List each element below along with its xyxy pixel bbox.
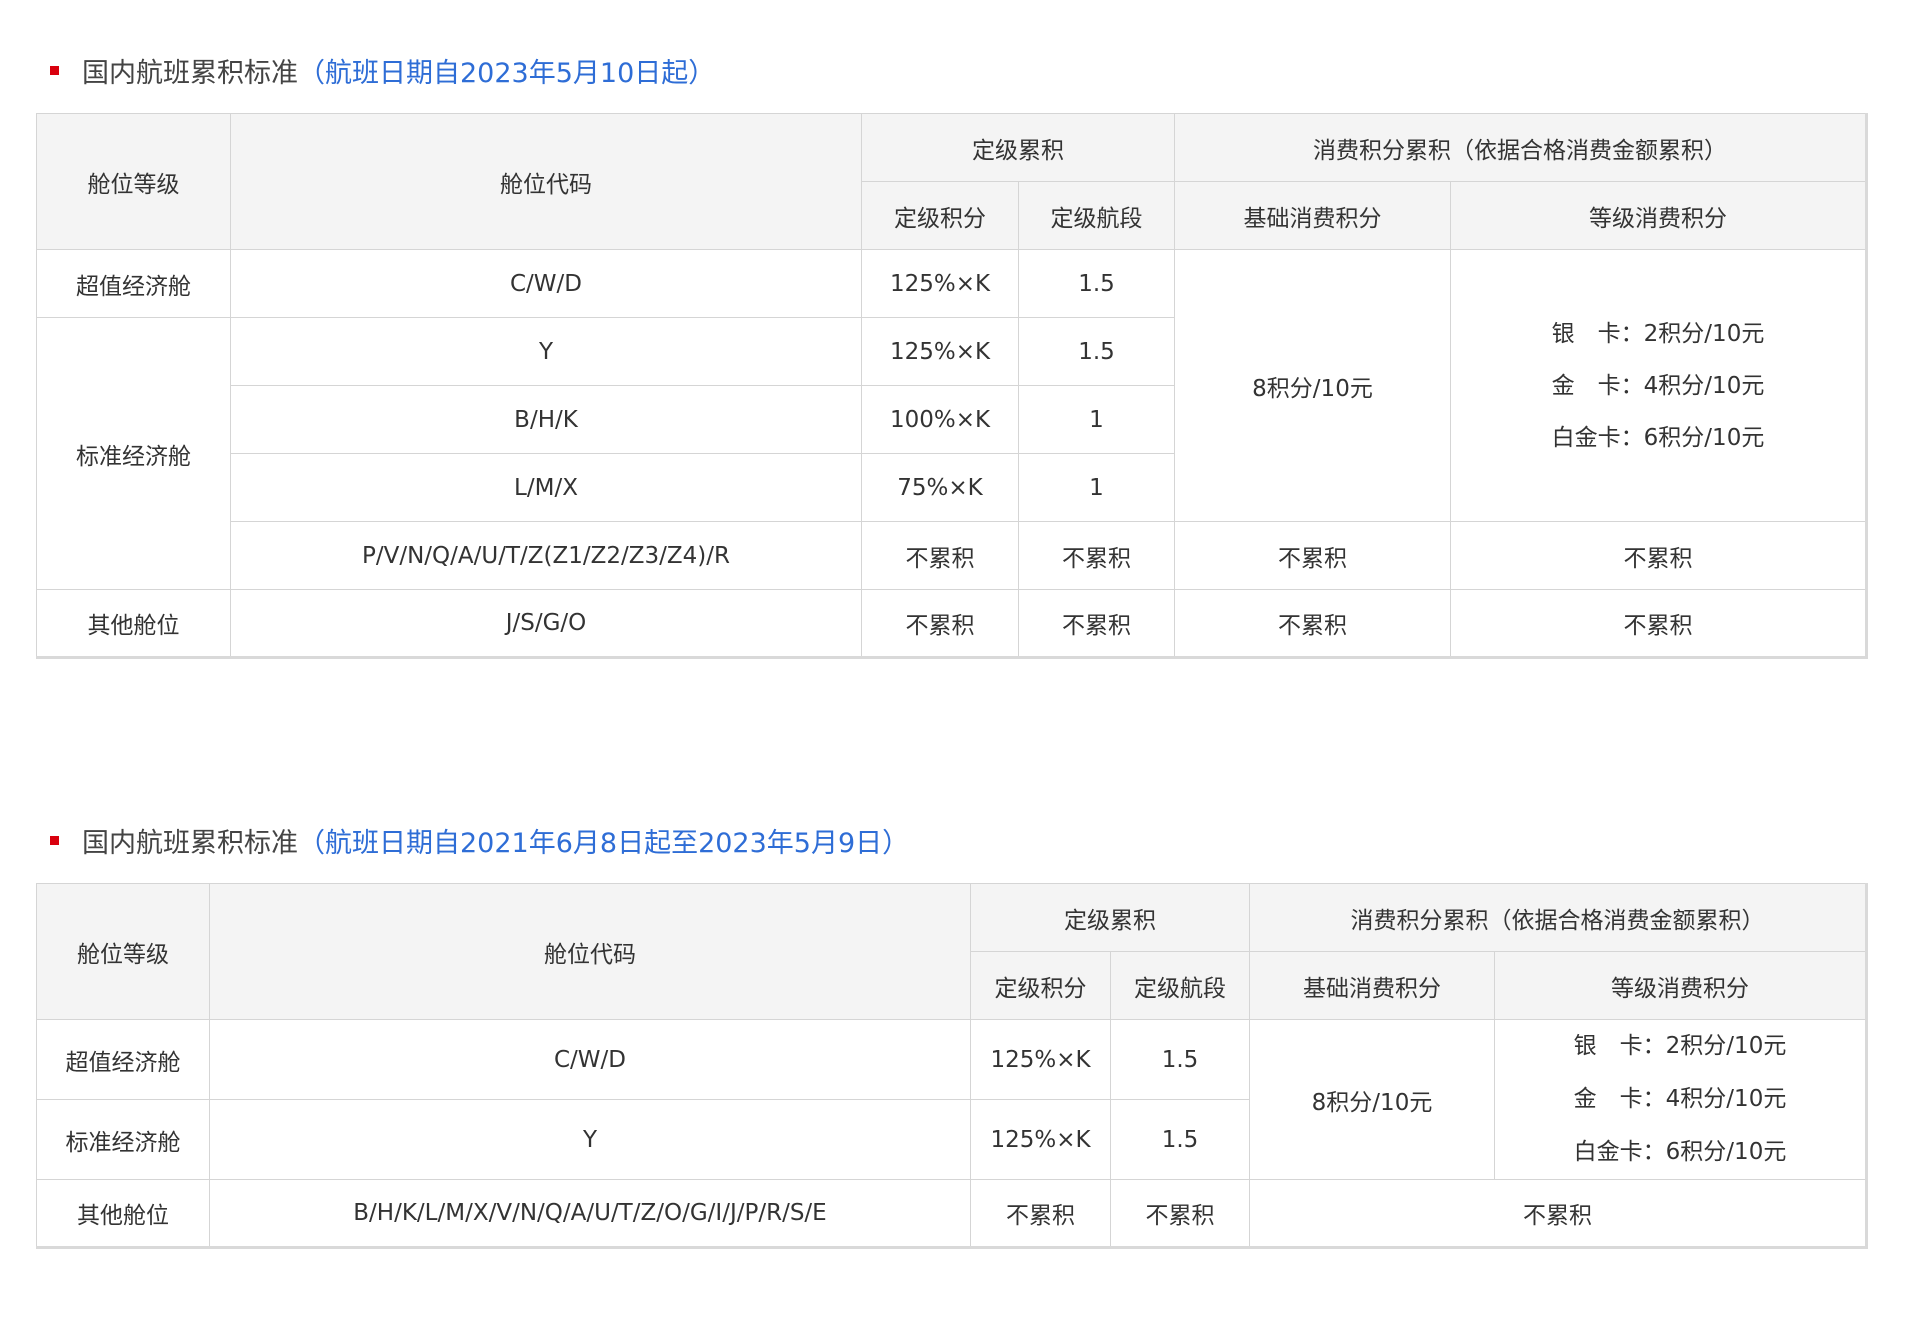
header-cabin-class: 舱位等级 [36, 883, 210, 1020]
cabin-code-cell: C/W/D [209, 1019, 971, 1100]
header-grading-accrual: 定级累积 [970, 883, 1250, 952]
spending-points-cell: 不累积 [1249, 1179, 1867, 1248]
grading-segments-cell: 1.5 [1110, 1019, 1250, 1100]
grading-segments-cell: 1.5 [1018, 317, 1175, 386]
grading-segments-cell: 不累积 [1110, 1179, 1250, 1248]
section-title-row: 国内航班累积标准 （航班日期自2021年6月8日起至2023年5月9日） [36, 822, 1866, 866]
tier-spending-points-cell: 不累积 [1450, 521, 1867, 590]
silver-card-rate: 银 卡：2积分/10元 [1551, 320, 1765, 347]
table-row: 其他舱位 B/H/K/L/M/X/V/N/Q/A/U/T/Z/O/G/I/J/P… [36, 1179, 1867, 1248]
base-spending-points-cell: 8积分/10元 [1174, 249, 1451, 522]
silver-card-rate: 银 卡：2积分/10元 [1573, 1033, 1787, 1059]
base-spending-points-cell: 8积分/10元 [1249, 1019, 1495, 1180]
table-row: P/V/N/Q/A/U/T/Z(Z1/Z2/Z3/Z4)/R 不累积 不累积 不… [37, 521, 1867, 590]
table-row: 超值经济舱 C/W/D 125%×K 1.5 8积分/10元 银 卡：2积分/1… [36, 249, 1867, 522]
cabin-code-cell: L/M/X [230, 453, 862, 522]
table-row: 超值经济舱 C/W/D 125%×K 1.5 8积分/10元 银 卡：2积分/1… [36, 1019, 1867, 1180]
tier-spending-points-cell: 不累积 [1450, 589, 1867, 658]
grading-segments-cell: 1.5 [1110, 1099, 1250, 1180]
red-square-bullet-icon [50, 65, 59, 75]
grading-points-cell: 125%×K [970, 1019, 1111, 1100]
base-spending-points-cell: 不累积 [1174, 589, 1451, 658]
section-title: 国内航班累积标准 [82, 58, 298, 89]
cabin-code-cell: Y [230, 317, 862, 386]
cabin-code-cell: B/H/K [230, 385, 862, 454]
cabin-code-cell: J/S/G/O [230, 589, 862, 658]
grading-points-cell: 75%×K [861, 453, 1019, 522]
cabin-code-cell: P/V/N/Q/A/U/T/Z(Z1/Z2/Z3/Z4)/R [230, 521, 862, 590]
table-row: 其他舱位 J/S/G/O 不累积 不累积 不累积 不累积 [36, 589, 1867, 658]
header-grading-points: 定级积分 [970, 951, 1111, 1020]
cabin-class-cell: 标准经济舱 [36, 317, 231, 590]
cabin-code-cell: B/H/K/L/M/X/V/N/Q/A/U/T/Z/O/G/I/J/P/R/S/… [209, 1179, 971, 1248]
platinum-card-rate: 白金卡：6积分/10元 [1573, 1139, 1787, 1165]
accrual-table: 舱位等级 舱位代码 定级累积 消费积分累积（依据合格消费金额累积） 定级积分 定… [36, 883, 1868, 1249]
grading-segments-cell: 1 [1018, 385, 1175, 454]
tier-spending-points-cell: 银 卡：2积分/10元 金 卡：4积分/10元 白金卡：6积分/10元 [1494, 1019, 1867, 1180]
base-spending-points-cell: 不累积 [1174, 521, 1451, 590]
grading-segments-cell: 1 [1018, 453, 1175, 522]
cabin-class-cell: 超值经济舱 [36, 249, 231, 318]
header-cabin-class: 舱位等级 [36, 113, 231, 250]
header-grading-segments: 定级航段 [1018, 181, 1175, 250]
grading-segments-cell: 不累积 [1018, 589, 1175, 658]
header-base-spending-points: 基础消费积分 [1249, 951, 1495, 1020]
section-date-range: （航班日期自2021年6月8日起至2023年5月9日） [298, 828, 910, 859]
grading-points-cell: 不累积 [861, 589, 1019, 658]
section-date-range: （航班日期自2023年5月10日起） [298, 58, 716, 89]
section-title-row: 国内航班累积标准 （航班日期自2023年5月10日起） [36, 52, 1866, 96]
cabin-class-cell: 其他舱位 [36, 1179, 210, 1248]
grading-points-cell: 125%×K [861, 317, 1019, 386]
header-spending-accrual: 消费积分累积（依据合格消费金额累积） [1249, 883, 1867, 952]
gold-card-rate: 金 卡：4积分/10元 [1551, 372, 1765, 399]
cabin-class-cell: 标准经济舱 [36, 1099, 210, 1180]
header-tier-spending-points: 等级消费积分 [1450, 181, 1867, 250]
grading-points-cell: 100%×K [861, 385, 1019, 454]
grading-points-cell: 125%×K [970, 1099, 1111, 1180]
cabin-code-cell: C/W/D [230, 249, 862, 318]
grading-segments-cell: 1.5 [1018, 249, 1175, 318]
header-base-spending-points: 基础消费积分 [1174, 181, 1451, 250]
accrual-table: 舱位等级 舱位代码 定级累积 消费积分累积（依据合格消费金额累积） 定级积分 定… [36, 113, 1868, 659]
red-square-bullet-icon [50, 835, 59, 845]
tier-spending-points-cell: 银 卡：2积分/10元 金 卡：4积分/10元 白金卡：6积分/10元 [1450, 249, 1867, 522]
gold-card-rate: 金 卡：4积分/10元 [1573, 1086, 1787, 1112]
accrual-section-2023: 国内航班累积标准 （航班日期自2023年5月10日起） 舱位等级 舱位代码 定级… [36, 52, 1868, 659]
grading-segments-cell: 不累积 [1018, 521, 1175, 590]
accrual-section-2021-2023: 国内航班累积标准 （航班日期自2021年6月8日起至2023年5月9日） 舱位等… [36, 822, 1868, 1249]
header-grading-points: 定级积分 [861, 181, 1019, 250]
grading-points-cell: 不累积 [970, 1179, 1111, 1248]
cabin-code-cell: Y [209, 1099, 971, 1180]
header-grading-accrual: 定级累积 [861, 113, 1175, 182]
cabin-class-cell: 超值经济舱 [36, 1019, 210, 1100]
header-grading-segments: 定级航段 [1110, 951, 1250, 1020]
header-spending-accrual: 消费积分累积（依据合格消费金额累积） [1174, 113, 1867, 182]
header-tier-spending-points: 等级消费积分 [1494, 951, 1867, 1020]
grading-points-cell: 不累积 [861, 521, 1019, 590]
header-cabin-code: 舱位代码 [230, 113, 862, 250]
header-cabin-code: 舱位代码 [209, 883, 971, 1020]
section-title: 国内航班累积标准 [82, 828, 298, 859]
grading-points-cell: 125%×K [861, 249, 1019, 318]
platinum-card-rate: 白金卡：6积分/10元 [1551, 424, 1765, 451]
cabin-class-cell: 其他舱位 [36, 589, 231, 658]
